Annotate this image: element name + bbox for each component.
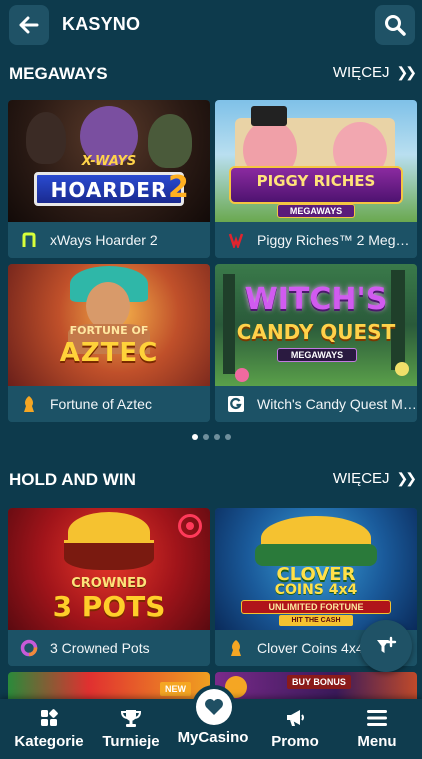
pragmatic-icon [20, 395, 38, 413]
filter-button[interactable] [360, 620, 412, 672]
art-badge-label: UNLIMITED FORTUNE [268, 602, 364, 612]
nav-item-menu[interactable]: Menu [335, 707, 419, 750]
game-card[interactable]: FORTUNE OF AZTEC Fortune of Aztec [8, 264, 210, 422]
new-badge: NEW [160, 682, 191, 696]
nav-item-kategorie[interactable]: Kategorie [7, 707, 91, 750]
art-subtitle: CANDY QUEST [236, 320, 396, 344]
double-chevron-right-icon: ❯❯ [396, 470, 418, 486]
nav-item-turnieje[interactable]: Turnieje [89, 707, 173, 750]
nav-label: MyCasino [177, 729, 249, 746]
game-name: Clover Coins 4x4 [257, 640, 364, 656]
game-thumbnail: X-WAYS HOARDER 2 [8, 100, 210, 222]
double-chevron-right-icon: ❯❯ [396, 64, 418, 80]
nav-item-mycasino[interactable]: MyCasino [171, 729, 255, 746]
art-subtitle: MEGAWAYS [289, 206, 343, 216]
more-label: WIĘCEJ [332, 470, 390, 487]
game-name: Piggy Riches™ 2 Megaways™ [257, 232, 417, 248]
section-header-hold-and-win: HOLD AND WIN WIĘCEJ ❯❯ [0, 466, 422, 494]
red-tiger-icon [227, 231, 245, 249]
art-badge-label: MEGAWAYS [290, 350, 344, 360]
game-name: 3 Crowned Pots [50, 640, 150, 656]
game-card-peek[interactable]: NEW [8, 672, 210, 699]
game-name: xWays Hoarder 2 [50, 232, 158, 248]
game-card-footer: Piggy Riches™ 2 Megaways™ [215, 222, 417, 258]
nav-label: Promo [271, 733, 319, 750]
game-thumbnail: WITCH'S CANDY QUEST MEGAWAYS [215, 264, 417, 386]
carousel-pagination [192, 434, 231, 440]
game-thumbnail: CLOVER COINS 4x4 UNLIMITED FORTUNE HIT T… [215, 508, 417, 630]
art-title: PIGGY RICHES [256, 172, 376, 190]
more-link[interactable]: WIĘCEJ ❯❯ [332, 64, 418, 81]
nolimit-city-icon [20, 231, 38, 249]
hamburger-icon [335, 707, 419, 729]
carousel-dot[interactable] [203, 434, 209, 440]
game-thumbnail: CROWNED 3 POTS [8, 508, 210, 630]
top-bar: KASYNO [0, 0, 422, 52]
art-title: 3 POTS [52, 590, 166, 623]
art-subtitle: COINS 4x4 [274, 582, 358, 598]
grid-icon [7, 707, 91, 729]
art-subtitle: CROWNED [71, 576, 147, 591]
trophy-icon [89, 707, 173, 729]
game-card-peek[interactable]: BUY BONUS [215, 672, 417, 699]
game-thumbnail: PIGGY RICHES MEGAWAYS [215, 100, 417, 222]
art-badge: MEGAWAYS [277, 348, 357, 362]
art-badge: UNLIMITED FORTUNE [241, 600, 391, 614]
bottom-navigation: Kategorie Turnieje MyCasino Promo Menu [0, 689, 422, 759]
game-card[interactable]: WITCH'S CANDY QUEST MEGAWAYS Witch's Can… [215, 264, 417, 422]
art-title: WITCH'S [244, 282, 388, 317]
search-icon [385, 15, 406, 36]
target-icon [178, 514, 202, 538]
game-card[interactable]: CROWNED 3 POTS 3 Crowned Pots [8, 508, 210, 666]
buy-bonus-badge: BUY BONUS [287, 675, 351, 689]
game-name: Witch's Candy Quest Megaways [257, 396, 417, 412]
section-title: MEGAWAYS [9, 64, 108, 83]
game-card[interactable]: PIGGY RICHES MEGAWAYS Piggy Riches™ 2 Me… [215, 100, 417, 258]
nav-item-promo[interactable]: Promo [253, 707, 337, 750]
nav-label: Kategorie [14, 733, 84, 750]
art-title: AZTEC [59, 338, 159, 368]
art-subtitle: X-WAYS [81, 154, 137, 169]
pragmatic-icon [227, 639, 245, 657]
game-card-footer: Witch's Candy Quest Megaways [215, 386, 417, 422]
page-title: KASYNO [62, 14, 141, 34]
art-number: 2 [168, 170, 189, 205]
funnel-icon [377, 636, 397, 653]
art-badge: MEGAWAYS [277, 204, 355, 218]
section-title: HOLD AND WIN [9, 470, 136, 489]
carousel-dot[interactable] [192, 434, 198, 440]
game-card-footer: Fortune of Aztec [8, 386, 210, 422]
art-badge2-label: HIT THE CASH [291, 617, 341, 624]
ring-provider-icon [20, 639, 38, 657]
game-card-footer: 3 Crowned Pots [8, 630, 210, 666]
g-provider-icon [227, 395, 245, 413]
game-thumbnail: FORTUNE OF AZTEC [8, 264, 210, 386]
more-label: WIĘCEJ [332, 64, 390, 81]
section-header-megaways: MEGAWAYS WIĘCEJ ❯❯ [0, 60, 422, 88]
carousel-dot[interactable] [225, 434, 231, 440]
carousel-dot[interactable] [214, 434, 220, 440]
search-button[interactable] [375, 5, 415, 45]
nav-label: Turnieje [102, 733, 160, 750]
arrow-left-icon [19, 16, 39, 34]
megaphone-icon [253, 707, 337, 729]
more-link[interactable]: WIĘCEJ ❯❯ [332, 470, 418, 487]
heart-icon[interactable] [196, 689, 232, 725]
nav-label: Menu [357, 733, 397, 750]
art-subtitle: FORTUNE OF [69, 324, 149, 337]
game-name: Fortune of Aztec [50, 396, 152, 412]
game-card[interactable]: X-WAYS HOARDER 2 xWays Hoarder 2 [8, 100, 210, 258]
art-badge-secondary: HIT THE CASH [279, 615, 353, 626]
game-card-footer: xWays Hoarder 2 [8, 222, 210, 258]
back-button[interactable] [9, 5, 49, 45]
